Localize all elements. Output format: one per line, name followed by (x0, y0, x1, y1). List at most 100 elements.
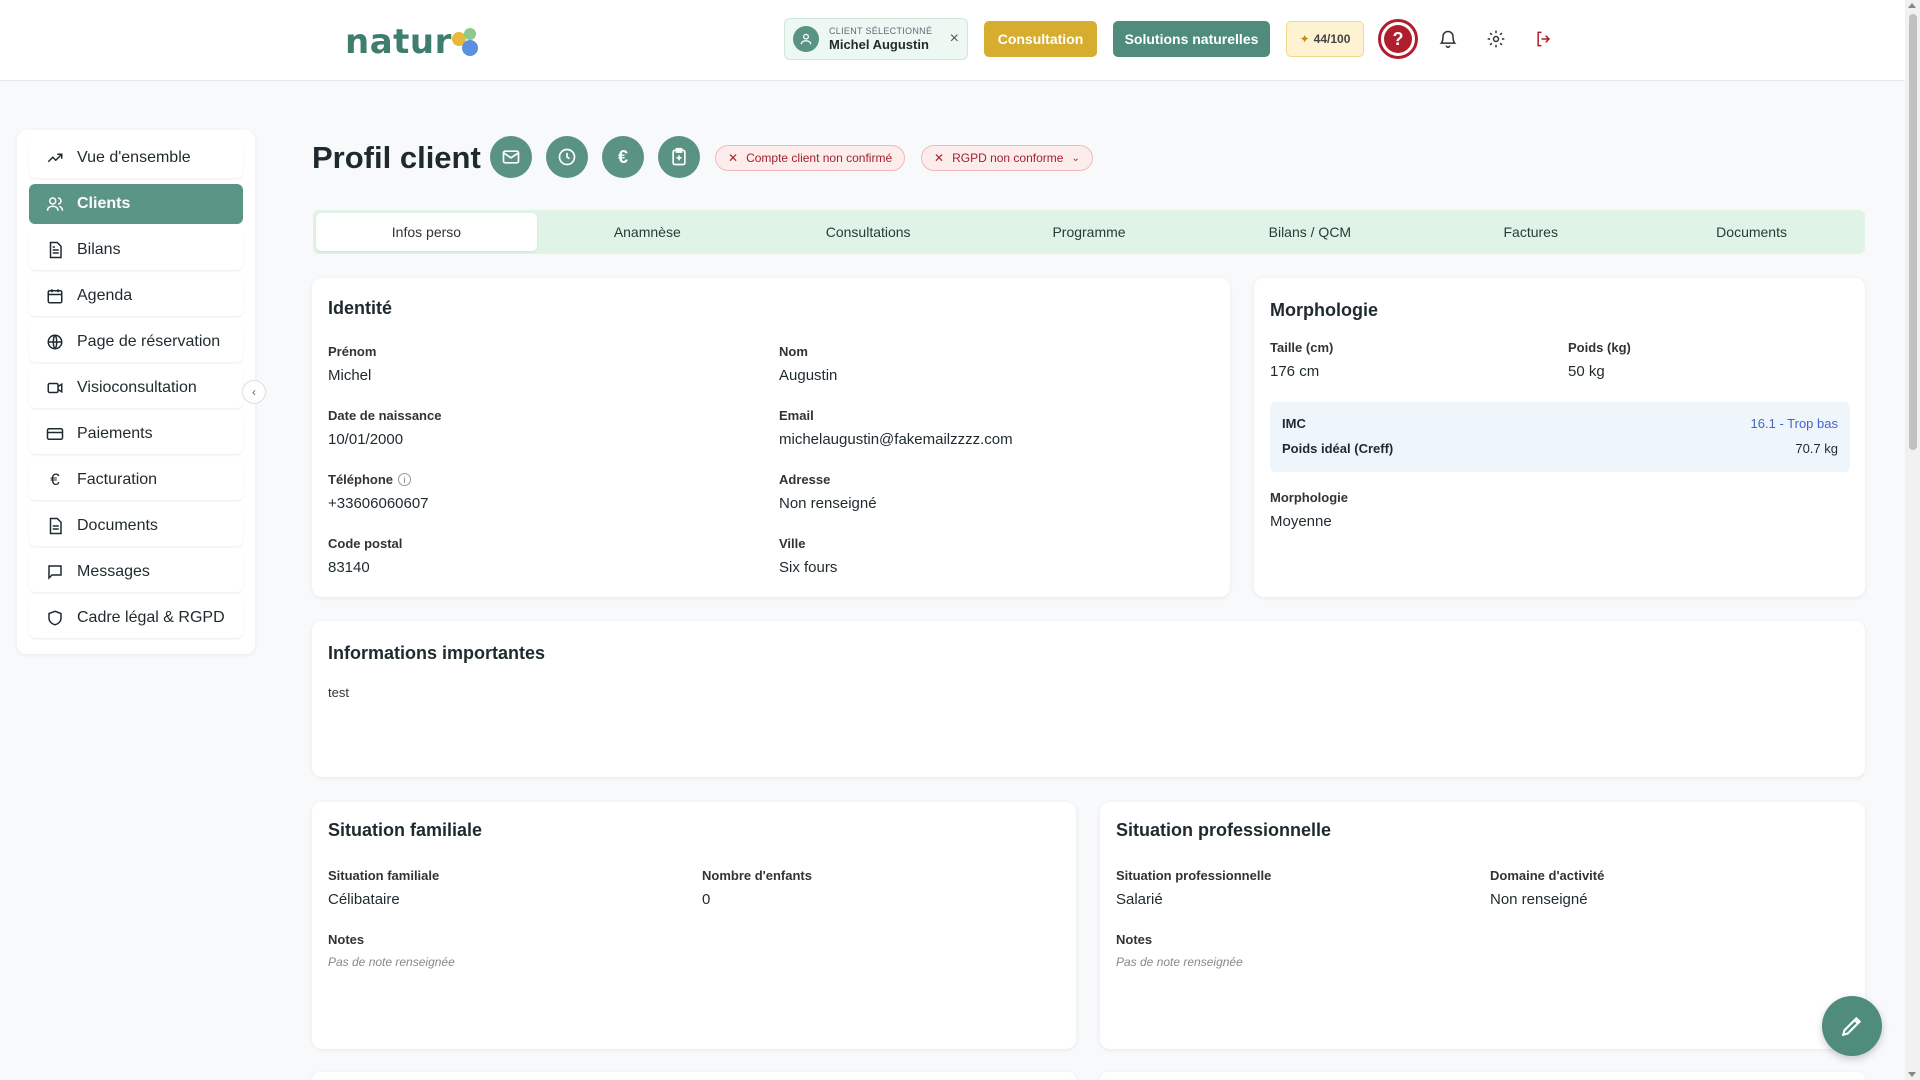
address-field: Adresse Non renseigné (779, 472, 877, 512)
payment-button[interactable]: € (602, 136, 644, 178)
height-field: Taille (cm) 176 cm (1270, 340, 1333, 380)
sidebar-item-cadre-legal[interactable]: Cadre légal & RGPD (29, 598, 243, 638)
sidebar-item-page-reservation[interactable]: Page de réservation (29, 322, 243, 362)
ideal-weight-row: Poids idéal (Creff) 70.7 kg (1282, 441, 1838, 456)
scroll-down-icon[interactable] (1908, 1072, 1916, 1077)
edit-fab-button[interactable] (1822, 996, 1882, 1056)
clock-icon (558, 148, 576, 166)
sidebar-item-agenda[interactable]: Agenda (29, 276, 243, 316)
next-card-partial (1100, 1072, 1865, 1080)
morphology-title: Morphologie (1270, 300, 1378, 320)
clipboard-button[interactable] (658, 136, 700, 178)
rgpd-status-badge[interactable]: ✕ RGPD non conforme ⌄ (921, 145, 1093, 171)
family-notes-label: Notes (328, 932, 365, 947)
identity-title: Identité (328, 298, 393, 318)
sidebar-item-label: Cadre légal & RGPD (77, 609, 225, 626)
help-icon: ? (1384, 25, 1412, 53)
chip-client-name: Michel Augustin (829, 36, 929, 52)
city-label: Ville (779, 536, 806, 551)
imc-value: 16.1 - Trop bas (1750, 416, 1838, 431)
help-button[interactable]: ? (1378, 19, 1418, 59)
ideal-weight-label: Poids idéal (Creff) (1282, 441, 1394, 456)
scroll-up-icon[interactable] (1908, 3, 1916, 8)
professional-notes-field: Notes Pas de note renseignée (1116, 932, 1243, 969)
collapse-sidebar-button[interactable]: ‹ (242, 380, 266, 404)
bell-icon[interactable] (1436, 27, 1460, 51)
sidebar-item-documents[interactable]: Documents (29, 506, 243, 546)
euro-icon: € (617, 146, 628, 167)
sidebar-item-label: Paiements (77, 425, 153, 442)
postal-label: Code postal (328, 536, 403, 551)
tab-anamnese[interactable]: Anamnèse (537, 213, 758, 251)
email-label: Email (779, 408, 814, 423)
pencil-icon (1841, 1016, 1862, 1037)
file-text-icon (45, 240, 65, 260)
postal-field: Code postal 83140 (328, 536, 402, 576)
x-icon: ✕ (728, 151, 739, 165)
tab-factures[interactable]: Factures (1420, 213, 1641, 251)
gear-icon[interactable] (1484, 27, 1508, 51)
selected-client-chip[interactable]: CLIENT SÉLECTIONNÉ Michel Augustin × (784, 18, 968, 60)
professional-title: Situation professionnelle (1116, 820, 1332, 840)
page-scrollbar[interactable] (1905, 0, 1920, 1080)
sidebar-item-paiements[interactable]: Paiements (29, 414, 243, 454)
tab-programme[interactable]: Programme (979, 213, 1200, 251)
domain-value: Non renseigné (1490, 891, 1588, 908)
solutions-naturelles-button[interactable]: Solutions naturelles (1113, 21, 1270, 57)
city-field: Ville Six fours (779, 536, 837, 576)
consultation-button[interactable]: Consultation (984, 21, 1097, 57)
family-situation-value: Célibataire (328, 891, 400, 908)
professional-situation-label: Situation professionnelle (1116, 868, 1272, 883)
credits-count: 44/100 (1313, 32, 1351, 46)
logout-icon[interactable] (1532, 27, 1556, 51)
tab-infos-perso[interactable]: Infos perso (316, 213, 537, 251)
sparkle-icon: ✦ (1299, 32, 1310, 46)
weight-label: Poids (kg) (1568, 340, 1631, 355)
sidebar-nav: Vue d'ensemble Clients Bilans Agenda Pag… (17, 130, 255, 654)
scroll-thumb[interactable] (1909, 14, 1917, 450)
sidebar-item-facturation[interactable]: € Facturation (29, 460, 243, 500)
family-notes-value: Pas de note renseignée (328, 955, 455, 969)
height-label: Taille (cm) (1270, 340, 1334, 355)
tab-documents[interactable]: Documents (1641, 213, 1862, 251)
prenom-label: Prénom (328, 344, 377, 359)
professional-notes-value: Pas de note renseignée (1116, 955, 1243, 969)
city-value: Six fours (779, 559, 838, 576)
sidebar-item-label: Documents (77, 517, 158, 534)
history-button[interactable] (546, 136, 588, 178)
email-client-button[interactable] (490, 136, 532, 178)
nom-field: Nom Augustin (779, 344, 837, 384)
tab-bilans-qcm[interactable]: Bilans / QCM (1199, 213, 1420, 251)
sidebar-item-clients[interactable]: Clients (29, 184, 243, 224)
professional-situation-field: Situation professionnelle Salarié (1116, 868, 1271, 908)
phone-value: +33606060607 (328, 495, 429, 512)
phone-label: Téléphone (328, 472, 394, 487)
sidebar-item-messages[interactable]: Messages (29, 552, 243, 592)
video-icon (45, 378, 65, 398)
sidebar-item-bilans[interactable]: Bilans (29, 230, 243, 270)
sidebar-item-vue-ensemble[interactable]: Vue d'ensemble (29, 138, 243, 178)
account-status-badge[interactable]: ✕ Compte client non confirmé (715, 145, 906, 171)
tab-consultations[interactable]: Consultations (758, 213, 979, 251)
info-icon[interactable]: i (398, 473, 412, 486)
page-title: Profil client (312, 140, 481, 175)
dob-field: Date de naissance 10/01/2000 (328, 408, 441, 448)
credits-badge[interactable]: ✦ 44/100 (1286, 21, 1364, 57)
ideal-weight-value: 70.7 kg (1795, 441, 1838, 456)
close-icon[interactable]: × (950, 30, 959, 48)
address-value: Non renseigné (779, 495, 877, 512)
prenom-value: Michel (328, 367, 372, 384)
sidebar-item-label: Vue d'ensemble (77, 149, 191, 166)
imc-box: IMC 16.1 - Trop bas Poids idéal (Creff) … (1270, 402, 1850, 472)
file-icon (45, 516, 65, 536)
rgpd-status-text: RGPD non conforme (952, 151, 1064, 165)
logo[interactable]: natur (345, 18, 484, 62)
mail-icon (502, 150, 520, 164)
morphotype-value: Moyenne (1270, 513, 1332, 530)
sidebar-item-visioconsultation[interactable]: Visioconsultation (29, 368, 243, 408)
chevron-down-icon: ⌄ (1071, 152, 1080, 164)
clipboard-plus-icon (672, 147, 686, 166)
sidebar-item-label: Visioconsultation (77, 379, 197, 396)
imc-label: IMC (1282, 416, 1306, 431)
credit-card-icon (45, 424, 65, 444)
